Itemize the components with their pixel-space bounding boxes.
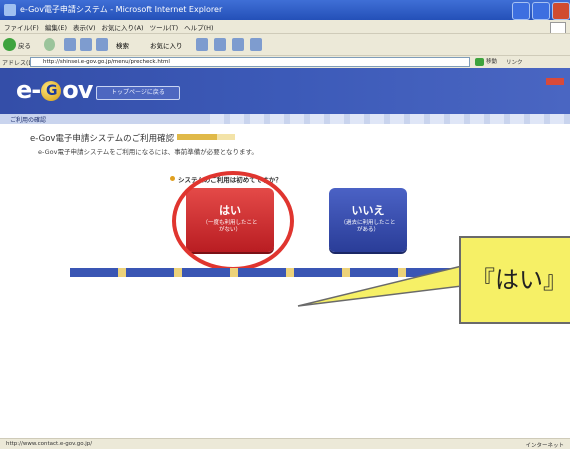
status-zone: インターネット	[525, 443, 564, 449]
callout-box: 『はい』	[459, 236, 570, 324]
callout-text: 『はい』	[471, 266, 567, 294]
callout-pointer	[297, 265, 463, 307]
status-url: http://www.contact.e-gov.go.jp/	[6, 441, 93, 447]
status-bar: http://www.contact.e-gov.go.jp/ インターネット	[0, 438, 570, 449]
screenshot: e-Gov電子申請システム - Microsoft Internet Explo…	[0, 0, 570, 449]
